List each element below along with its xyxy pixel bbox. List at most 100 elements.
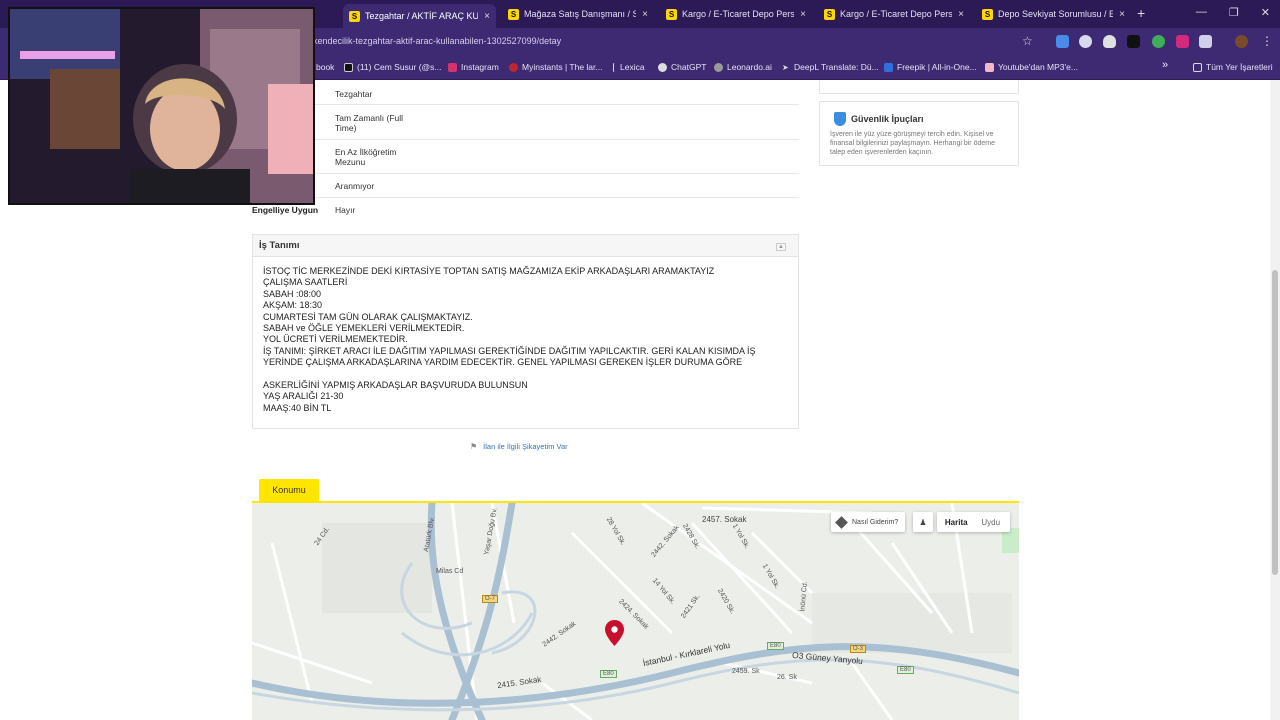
sidebar-box (819, 80, 1019, 94)
all-bookmarks-label: Tüm Yer İşaretleri (1206, 62, 1273, 72)
bookmark-item[interactable]: book (316, 62, 334, 72)
job-description-title: İş Tanımı (259, 240, 300, 251)
safety-text: İşveren ile yüz yüze görüşmeyi tercih ed… (830, 131, 995, 156)
extension-icon[interactable] (1056, 35, 1069, 48)
bookmark-label: Lexica (620, 62, 645, 72)
lexica-icon (613, 62, 616, 72)
complaint-link[interactable]: ⚑ İlan ile İlgili Şikayetim Var (470, 442, 568, 451)
bookmark-item[interactable]: ChatGPT (658, 62, 706, 72)
freepik-icon (884, 62, 893, 72)
tab-magaza[interactable]: S Mağaza Satış Danışmanı / Satış × (502, 4, 654, 24)
detail-label: Engelliye Uygun (252, 205, 319, 215)
bookmark-item[interactable]: ➤ DeepL Translate: Dü... (782, 62, 879, 72)
tab-title: Tezgahtar / AKTİF ARAÇ KULLAN (365, 11, 479, 21)
close-tab-icon[interactable]: × (958, 9, 964, 20)
job-description: İş Tanımı ▲ İSTOÇ TİC MERKEZİNDE DEKİ KI… (252, 234, 799, 429)
map-label: 26. Sk (777, 674, 797, 681)
directions-label: Nasıl Giderim? (852, 518, 899, 526)
folder-icon (1193, 62, 1202, 72)
close-tab-icon[interactable]: × (1119, 9, 1125, 20)
detail-row: Tezgahtar (252, 80, 799, 105)
bookmark-label: book (316, 62, 335, 72)
bookmark-label: Myinstants | The lar... (522, 62, 603, 72)
job-description-header[interactable]: İş Tanımı ▲ (253, 235, 798, 257)
bookmark-item[interactable]: Freepik | All-in-One... (884, 62, 977, 72)
extension-icon[interactable] (1152, 35, 1165, 48)
bookmark-label: DeepL Translate: Dü... (794, 62, 879, 72)
bookmark-item[interactable]: (11) Cem Susur (@s... (344, 62, 442, 72)
bookmark-item[interactable]: Myinstants | The lar... (509, 62, 602, 72)
tab-depo[interactable]: S Depo Sevkiyat Sorumlusu / E-Ti × (976, 4, 1131, 24)
safety-tips: Güvenlik İpuçları İşveren ile yüz yüze g… (819, 101, 1019, 166)
leonardo-icon (714, 62, 723, 72)
shield-extension-icon[interactable] (1103, 35, 1116, 48)
extension-icon[interactable] (1079, 35, 1092, 48)
detail-row: En Az İlköğretim Mezunu (252, 140, 799, 174)
bookmark-item[interactable]: Instagram (448, 62, 499, 72)
detail-row: Engelliye Uygun Hayır (252, 198, 799, 220)
bookmark-item[interactable]: Leonardo.ai (714, 62, 772, 72)
close-tab-icon[interactable]: × (642, 9, 648, 20)
tab-kargo-2[interactable]: S Kargo / E-Ticaret Depo Persone × (818, 4, 970, 24)
restore-icon[interactable]: ❐ (1229, 6, 1239, 19)
extension-icon[interactable] (1176, 35, 1189, 48)
all-bookmarks[interactable]: Tüm Yer İşaretleri (1193, 62, 1273, 72)
close-tab-icon[interactable]: × (800, 9, 806, 20)
sahibinden-favicon-icon: S (666, 8, 677, 20)
new-tab-icon[interactable]: + (1137, 5, 1145, 21)
shield-icon (834, 112, 846, 126)
detail-row: Aranmıyor (252, 174, 799, 198)
safety-title: Güvenlik İpuçları (851, 114, 924, 124)
location-map[interactable]: 2457. Sokak 28 Yol Sk. 2442. Sokak 2428 … (252, 503, 1019, 720)
bookmarks-overflow-icon[interactable]: » (1162, 59, 1168, 71)
highway-shield: E80 (600, 670, 617, 678)
flag-icon: ⚑ (470, 442, 478, 451)
webcam-overlay (8, 7, 315, 205)
detail-value: Tam Zamanlı (Full Time) (335, 113, 404, 133)
close-window-icon[interactable]: ✕ (1261, 6, 1270, 19)
youtube-mp3-icon (985, 62, 994, 72)
bookmark-label: Freepik | All-in-One... (897, 62, 977, 72)
map-label: 2459. Sk (732, 668, 760, 675)
directions-button[interactable]: Nasıl Giderim? (831, 512, 905, 532)
menu-kebab-icon[interactable]: ⋮ (1261, 34, 1273, 48)
bookmark-star-icon[interactable]: ☆ (1022, 34, 1033, 48)
scrollbar-thumb[interactable] (1272, 270, 1278, 575)
extension-icon[interactable] (1127, 35, 1140, 48)
tab-title: Mağaza Satış Danışmanı / Satış (524, 9, 637, 19)
bookmark-item[interactable]: Youtube'dan MP3'e... (985, 62, 1078, 72)
detail-value: Hayır (335, 205, 356, 215)
tab-kargo-1[interactable]: S Kargo / E-Ticaret Depo Persone × (660, 4, 812, 24)
directions-icon (835, 515, 848, 529)
bookmark-label: Leonardo.ai (727, 62, 772, 72)
map-type-toggle: Harita Uydu (937, 512, 1010, 532)
close-tab-icon[interactable]: × (484, 11, 490, 22)
map-label: 2457. Sokak (702, 515, 747, 524)
myinstants-icon (509, 62, 518, 72)
map-label: Milas Cd (436, 568, 464, 575)
avatar[interactable] (1235, 35, 1248, 48)
bookmark-label: Instagram (461, 62, 499, 72)
tab-tezgahtar[interactable]: S Tezgahtar / AKTİF ARAÇ KULLAN × (343, 4, 496, 28)
minimize-icon[interactable]: — (1196, 6, 1207, 19)
map-pin-icon[interactable] (605, 620, 624, 646)
detail-value: Tezgahtar (335, 89, 373, 99)
pegman-icon[interactable]: ♟ (913, 512, 933, 532)
bookmark-label: ChatGPT (671, 62, 707, 72)
scrollbar[interactable] (1270, 80, 1280, 720)
map-type-button[interactable]: Harita (939, 518, 974, 527)
job-description-body: İSTOÇ TİC MERKEZİNDE DEKİ KIRTASİYE TOPT… (263, 266, 756, 413)
satellite-type-button[interactable]: Uydu (974, 518, 1009, 527)
url-field[interactable]: erakendecilik-tezgahtar-aktif-arac-kulla… (300, 36, 561, 46)
puzzle-icon[interactable] (1199, 35, 1212, 48)
detail-row: Tam Zamanlı (Full Time) (252, 105, 799, 140)
chevron-up-icon[interactable]: ▲ (776, 243, 786, 251)
complaint-label: İlan ile İlgili Şikayetim Var (483, 442, 568, 451)
tab-location[interactable]: Konumu (259, 479, 319, 501)
bookmark-item[interactable]: Lexica (613, 62, 645, 72)
highway-shield: O-3 (850, 645, 867, 653)
highway-shield: E80 (897, 666, 914, 674)
detail-value: En Az İlköğretim Mezunu (335, 147, 397, 167)
bookmark-label: (11) Cem Susur (@s... (357, 62, 442, 72)
window-controls: — ❐ ✕ (1196, 6, 1270, 19)
